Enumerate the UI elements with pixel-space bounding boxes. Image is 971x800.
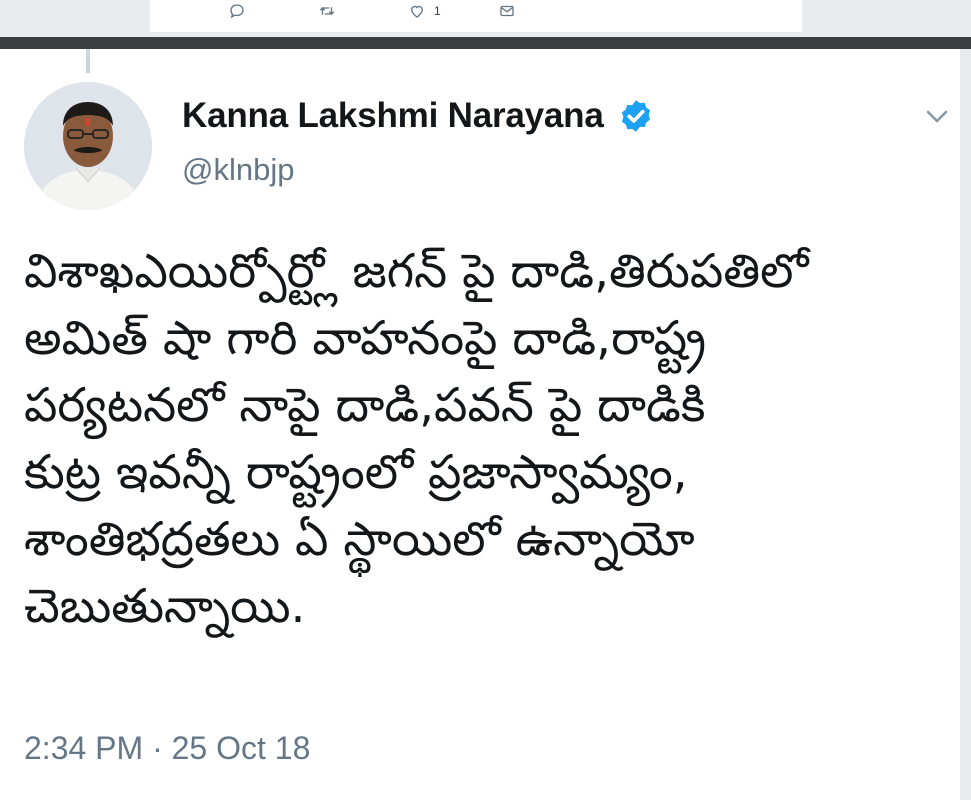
reply-button[interactable] <box>228 2 246 20</box>
previous-tweet-strip: 1 <box>0 0 971 37</box>
section-divider <box>0 37 971 49</box>
retweet-button[interactable] <box>318 2 336 20</box>
like-count: 1 <box>434 4 441 18</box>
author-name[interactable]: Kanna Lakshmi Narayana <box>182 96 604 136</box>
author-handle[interactable]: @klnbjp <box>182 152 294 188</box>
profile-photo <box>24 82 152 210</box>
chevron-down-icon[interactable] <box>922 104 952 128</box>
reply-icon <box>230 4 244 19</box>
right-edge-strip <box>960 49 971 800</box>
avatar[interactable] <box>24 82 152 210</box>
verified-badge-icon <box>621 100 650 132</box>
like-button[interactable]: 1 <box>408 2 441 20</box>
retweet-icon <box>319 7 335 15</box>
tweet-text: విశాఖఎయిర్పోర్ట్లో జగన్ పై దాడి,తిరుపతిల… <box>24 244 809 634</box>
tweet-timestamp[interactable]: 2:34 PM · 25 Oct 18 <box>24 730 310 767</box>
direct-message-button[interactable] <box>498 2 516 20</box>
author-name-row: Kanna Lakshmi Narayana <box>182 96 654 136</box>
previous-tweet-action-bar: 1 <box>150 0 802 33</box>
like-icon <box>411 5 423 18</box>
direct-message-icon <box>500 5 514 17</box>
thread-connector-line <box>86 49 90 73</box>
